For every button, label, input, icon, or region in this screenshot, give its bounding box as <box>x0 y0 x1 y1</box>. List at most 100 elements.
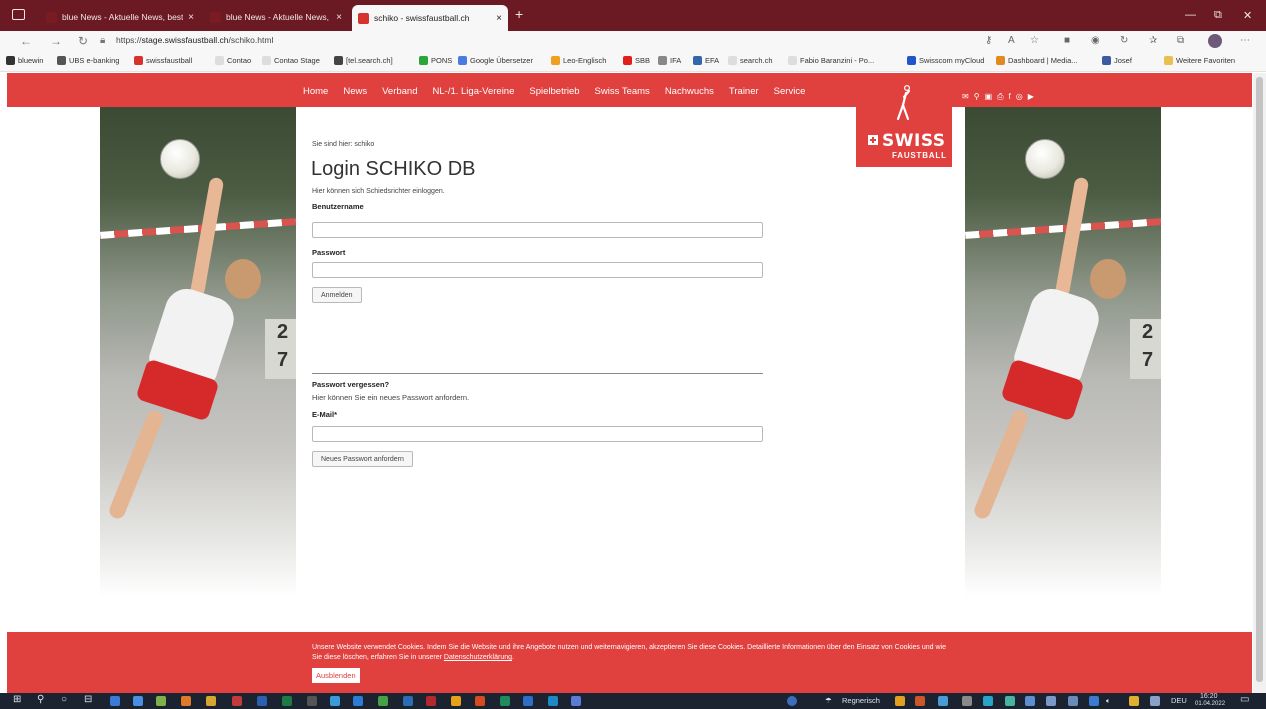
scrollbar-thumb[interactable] <box>1256 77 1263 682</box>
favorites-icon[interactable]: ✰ <box>1149 35 1157 46</box>
tray-icon[interactable] <box>962 696 972 706</box>
password-input[interactable] <box>312 262 763 278</box>
bookmark-item[interactable]: Josef <box>1102 56 1132 65</box>
instagram-icon[interactable]: ◎ <box>1016 92 1023 102</box>
translate-icon[interactable]: ▣ <box>985 92 993 102</box>
app-icon[interactable] <box>451 696 461 706</box>
app-icon[interactable] <box>330 696 340 706</box>
restore-button[interactable]: ⧉ <box>1214 9 1222 22</box>
app-icon[interactable] <box>110 696 120 706</box>
browser-tab-active[interactable]: schiko - swissfaustball.ch × <box>352 5 508 31</box>
read-aloud-icon[interactable]: A <box>1008 35 1015 46</box>
weather-icon[interactable]: ☂ <box>825 696 832 705</box>
windows-start-icon[interactable]: ⊞ <box>13 694 21 705</box>
tray-icon[interactable] <box>1150 696 1160 706</box>
bookmark-item[interactable]: [tel.search.ch] <box>334 56 393 65</box>
app-icon[interactable] <box>156 696 166 706</box>
app-icon[interactable] <box>475 696 485 706</box>
app-icon[interactable] <box>181 696 191 706</box>
tray-icon[interactable] <box>983 696 993 706</box>
tray-icon[interactable] <box>895 696 905 706</box>
reload-icon[interactable]: ↻ <box>78 34 88 48</box>
browser-app-icon[interactable] <box>426 696 436 706</box>
nav-item-verband[interactable]: Verband <box>382 86 417 97</box>
bookmark-item[interactable]: IFA <box>658 56 681 65</box>
nav-item-swiss-teams[interactable]: Swiss Teams <box>595 86 650 97</box>
app-icon[interactable] <box>133 696 143 706</box>
app-icon[interactable] <box>206 696 216 706</box>
hide-cookie-banner-button[interactable]: Ausblenden <box>312 668 360 683</box>
bookmark-item[interactable]: PONS <box>419 56 452 65</box>
nav-item-news[interactable]: News <box>343 86 367 97</box>
app-icon[interactable] <box>500 696 510 706</box>
extension-search-icon[interactable]: ◉ <box>1091 35 1100 46</box>
bookmark-item[interactable]: SBB <box>623 56 650 65</box>
browser-tab[interactable]: blue News - Aktuelle News, best × <box>40 6 200 28</box>
refresh-extension-icon[interactable]: ↻ <box>1120 35 1128 46</box>
youtube-icon[interactable]: ▶ <box>1028 92 1034 102</box>
app-icon[interactable] <box>523 696 533 706</box>
tray-icon[interactable] <box>1025 696 1035 706</box>
task-view-icon[interactable]: ⊟ <box>84 694 92 705</box>
tab-actions-icon[interactable] <box>12 9 25 20</box>
nav-item-spielbetrieb[interactable]: Spielbetrieb <box>529 86 579 97</box>
input-language[interactable]: DEU <box>1171 696 1187 705</box>
email-input[interactable] <box>312 426 763 442</box>
tray-icon[interactable] <box>1129 696 1139 706</box>
close-tab-icon[interactable]: × <box>188 12 194 23</box>
nav-item-service[interactable]: Service <box>774 86 806 97</box>
bookmark-item[interactable]: Google Übersetzer <box>458 56 533 65</box>
app-icon[interactable] <box>353 696 363 706</box>
login-button[interactable]: Anmelden <box>312 287 362 303</box>
app-icon[interactable] <box>232 696 242 706</box>
weather-status[interactable]: Regnerisch <box>842 696 880 705</box>
browser-tab[interactable]: blue News - Aktuelle News, best × <box>204 6 348 28</box>
bookmark-item[interactable]: UBS e-banking <box>57 56 119 65</box>
forward-icon[interactable]: → <box>50 34 62 48</box>
nav-item-trainer[interactable]: Trainer <box>729 86 759 97</box>
bookmark-item[interactable]: EFA <box>693 56 719 65</box>
word-icon[interactable] <box>257 696 267 706</box>
address-bar[interactable]: https://stage.swissfaustball.ch/schiko.h… <box>116 35 273 45</box>
username-input[interactable] <box>312 222 763 238</box>
app-icon[interactable] <box>307 696 317 706</box>
bookmark-item[interactable]: bluewin <box>6 56 43 65</box>
app-icon[interactable] <box>548 696 558 706</box>
network-icon[interactable] <box>1046 696 1056 706</box>
print-icon[interactable]: ⎙ <box>997 92 1003 102</box>
search-icon[interactable]: ⚲ <box>37 694 44 705</box>
cortana-icon[interactable]: ○ <box>61 694 67 705</box>
extension-icon[interactable]: ■ <box>1064 35 1070 46</box>
page-scrollbar[interactable] <box>1253 73 1266 693</box>
request-password-button[interactable]: Neues Passwort anfordern <box>312 451 413 467</box>
app-icon[interactable] <box>378 696 388 706</box>
clock-date[interactable]: 01.04.2022 <box>1195 701 1225 707</box>
other-favorites-folder[interactable]: Weitere Favoriten <box>1164 56 1235 65</box>
tray-icon[interactable] <box>938 696 948 706</box>
tray-icon[interactable] <box>1005 696 1015 706</box>
tray-icon[interactable] <box>915 696 925 706</box>
search-icon[interactable]: ⚲ <box>974 92 980 102</box>
bookmark-item[interactable]: Dashboard | Media... <box>996 56 1078 65</box>
nav-item-liga-vereine[interactable]: NL-/1. Liga-Vereine <box>433 86 515 97</box>
swiss-faustball-logo[interactable]: SWISS FAUSTBALL <box>856 83 952 167</box>
facebook-icon[interactable]: f <box>1009 92 1011 102</box>
bookmark-item[interactable]: Leo-Englisch <box>551 56 606 65</box>
more-menu-icon[interactable]: ⋯ <box>1240 35 1250 46</box>
collections-icon[interactable]: ⧉ <box>1177 35 1184 46</box>
tray-icon[interactable] <box>1089 696 1099 706</box>
minimize-button[interactable]: — <box>1185 9 1196 21</box>
battery-icon[interactable] <box>1068 696 1078 706</box>
mail-icon[interactable]: ✉ <box>962 92 969 102</box>
bookmark-item[interactable]: swissfaustball <box>134 56 192 65</box>
back-icon[interactable]: ← <box>20 34 32 48</box>
new-tab-button[interactable]: + <box>515 6 523 22</box>
nav-item-nachwuchs[interactable]: Nachwuchs <box>665 86 714 97</box>
close-tab-icon[interactable]: × <box>496 13 502 24</box>
app-icon[interactable] <box>403 696 413 706</box>
bookmark-item[interactable]: Swisscom myCloud <box>907 56 984 65</box>
favorite-star-icon[interactable]: ☆ <box>1030 35 1039 46</box>
notification-icon[interactable]: ▭ <box>1240 694 1249 705</box>
excel-icon[interactable] <box>282 696 292 706</box>
app-icon[interactable] <box>571 696 581 706</box>
